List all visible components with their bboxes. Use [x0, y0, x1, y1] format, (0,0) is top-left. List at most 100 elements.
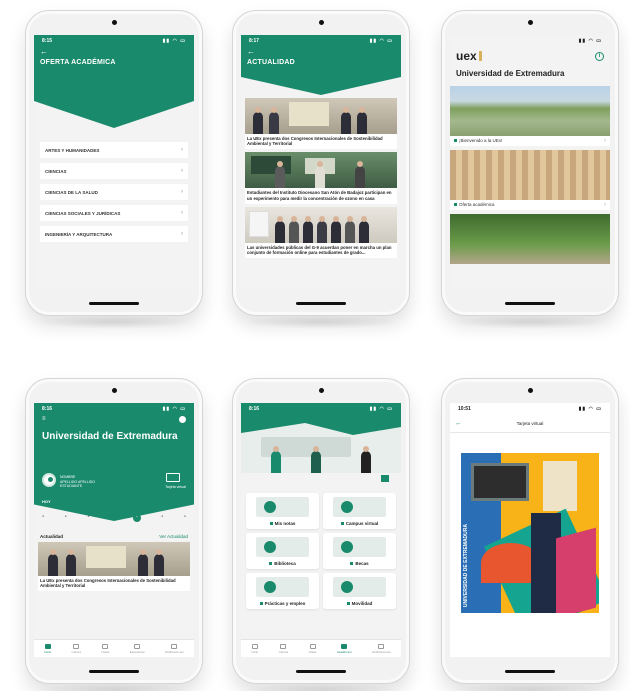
news-photo [245, 152, 397, 189]
cover-vertical-text: UNIVERSIDAD DE EXTREMADURA [463, 523, 469, 607]
tab-academico[interactable]: Académico [337, 643, 352, 654]
tab-expediente[interactable]: Expediente [130, 643, 145, 654]
tab-notas[interactable]: Notas [309, 643, 316, 654]
chevron-right-icon: › [181, 189, 183, 195]
back-arrow-icon[interactable]: ← [34, 47, 194, 57]
garden-photo [450, 214, 610, 264]
illustration-banner [241, 415, 401, 473]
signal-icon: ▮▮ ◠ ▭ [162, 406, 186, 412]
tab-bar: Inicio Carnés Notas Expediente Notificac… [34, 639, 194, 657]
credit-card-icon[interactable] [166, 473, 180, 482]
home-icon [251, 643, 258, 649]
list-item-salud[interactable]: CIENCIAS DE LA SALUD › [40, 184, 188, 200]
front-camera [318, 388, 324, 393]
status-time: 8:16 [42, 406, 53, 412]
id-card-icon [280, 643, 287, 649]
mail-icon [171, 643, 178, 649]
tile-biblioteca[interactable]: Biblioteca [246, 533, 319, 569]
screen-news: 8:17 ▮▮ ◠ ▭ ← ACTUALIDAD La UEx presenta … [241, 35, 401, 289]
front-camera [527, 388, 533, 393]
tab-inicio[interactable]: Inicio [251, 643, 258, 654]
list-item-sociales[interactable]: CIENCIAS SOCIALES Y JURÍDICAS › [40, 205, 188, 221]
status-time: 8:15 [42, 38, 53, 44]
tab-notificaciones[interactable]: Notificaciones [372, 643, 391, 654]
tile-mis-notas[interactable]: Mis notas [246, 493, 319, 529]
book-icon[interactable] [381, 475, 389, 482]
phone-dashboard: 8:16 ▮▮ ◠ ▭ ≡ Universidad de Extremadura … [25, 378, 203, 691]
campus-photo [450, 86, 610, 136]
tile-practicas[interactable]: Prácticas y empleo [246, 573, 319, 609]
news-photo [245, 98, 397, 134]
menu-icon[interactable]: ≡ [42, 416, 46, 423]
tile-campus-virtual[interactable]: Campus virtual [323, 493, 396, 529]
library-photo [450, 150, 610, 200]
avatar[interactable] [42, 473, 56, 487]
tab-notificaciones[interactable]: Notificaciones [165, 643, 184, 654]
card-cover-illustration: UNIVERSIDAD DE EXTREMADURA [461, 453, 599, 613]
news-photo [38, 542, 190, 576]
card-academic-offer[interactable]: Oferta académica › [450, 150, 610, 210]
tab-carnes[interactable]: Carnés [279, 643, 288, 654]
news-card[interactable]: La UEx presenta dos Congresos Internacio… [245, 98, 397, 150]
back-arrow-icon[interactable]: ← [455, 420, 462, 427]
page-title: OFERTA ACADÉMICA [40, 59, 116, 66]
news-card[interactable]: Las universidades públicas del G-9 acuer… [245, 206, 397, 259]
tab-inicio[interactable]: Inicio [44, 643, 51, 654]
see-all-link[interactable]: Ver Actualidad [159, 534, 188, 539]
list-item-ciencias[interactable]: CIENCIAS › [40, 163, 188, 179]
section-title: Actualidad [40, 534, 64, 539]
header-wave [34, 68, 194, 128]
mail-icon [378, 643, 385, 649]
chevron-right-icon: › [604, 138, 606, 144]
uex-logo: uex i [450, 47, 610, 63]
front-camera [111, 388, 117, 393]
home-icon [44, 643, 51, 649]
card-garden[interactable] [450, 214, 610, 264]
tab-notas[interactable]: Notas [102, 643, 109, 654]
phone-home: ▮▮ ◠ ▭ uex i Universidad de Extremadura … [441, 10, 619, 329]
news-headline: Estudiantes del Instituto Diocesano San … [247, 190, 392, 201]
news-card[interactable]: La UEx presenta dos Congresos Internacio… [38, 542, 190, 592]
today-label: HOY [42, 499, 51, 504]
tile-movilidad[interactable]: Movilidad [323, 573, 396, 609]
tab-bar: Inicio Carnés Notas Académico Notificaci… [241, 639, 401, 657]
signal-icon: ▮▮ ◠ ▭ [369, 38, 393, 44]
screen-services: 8:16 ▮▮ ◠ ▭ Mis notas Campus virtual Bibl… [241, 403, 401, 657]
tab-carnes[interactable]: Carnés [72, 643, 81, 654]
info-icon[interactable]: i [595, 51, 604, 61]
grid-icon [341, 643, 348, 649]
home-indicator [89, 302, 139, 305]
home-indicator [296, 302, 346, 305]
home-indicator [89, 670, 139, 673]
tile-becas[interactable]: Becas [323, 533, 396, 569]
screen-virtual-card: 10:51 ▮▮ ◠ ▭ ← Tarjeta virtual UNIVERSIDA… [450, 403, 610, 657]
news-headline: La UEx presenta dos Congresos Internacio… [40, 578, 176, 589]
id-card-icon [73, 643, 80, 649]
news-card[interactable]: Estudiantes del Instituto Diocesano San … [245, 152, 397, 204]
virtual-card-label: Tarjeta virtual [165, 485, 186, 489]
news-headline: Las universidades públicas del G-9 acuer… [247, 244, 392, 256]
phone-virtual-card: 10:51 ▮▮ ◠ ▭ ← Tarjeta virtual UNIVERSIDA… [441, 378, 619, 691]
screen-home: ▮▮ ◠ ▭ uex i Universidad de Extremadura … [450, 35, 610, 289]
chevron-right-icon: › [181, 210, 183, 216]
page-title: Universidad de Extremadura [42, 431, 178, 442]
shield-icon[interactable] [179, 416, 186, 423]
status-time: 8:17 [249, 38, 260, 44]
list-item-artes[interactable]: ARTES Y HUMANIDADES › [40, 142, 188, 158]
news-photo [245, 206, 397, 243]
home-indicator [296, 670, 346, 673]
page-title: Tarjeta virtual [516, 421, 544, 426]
signal-icon: ▮▮ ◠ ▭ [162, 38, 186, 44]
card-welcome[interactable]: ¡Bienvenido a la UEx! › [450, 86, 610, 146]
notes-icon [309, 643, 316, 649]
services-grid: Mis notas Campus virtual Biblioteca Beca… [241, 473, 401, 609]
front-camera [527, 20, 533, 25]
chevron-right-icon: › [181, 168, 183, 174]
chevron-right-icon: › [181, 147, 183, 153]
list-item-ingenieria[interactable]: INGENIERÍA Y ARQUITECTURA › [40, 226, 188, 242]
notes-icon [102, 643, 109, 649]
back-arrow-icon[interactable]: ← [241, 47, 401, 57]
home-indicator [505, 670, 555, 673]
signal-icon: ▮▮ ◠ ▭ [578, 406, 602, 412]
signal-icon: ▮▮ ◠ ▭ [578, 38, 602, 44]
